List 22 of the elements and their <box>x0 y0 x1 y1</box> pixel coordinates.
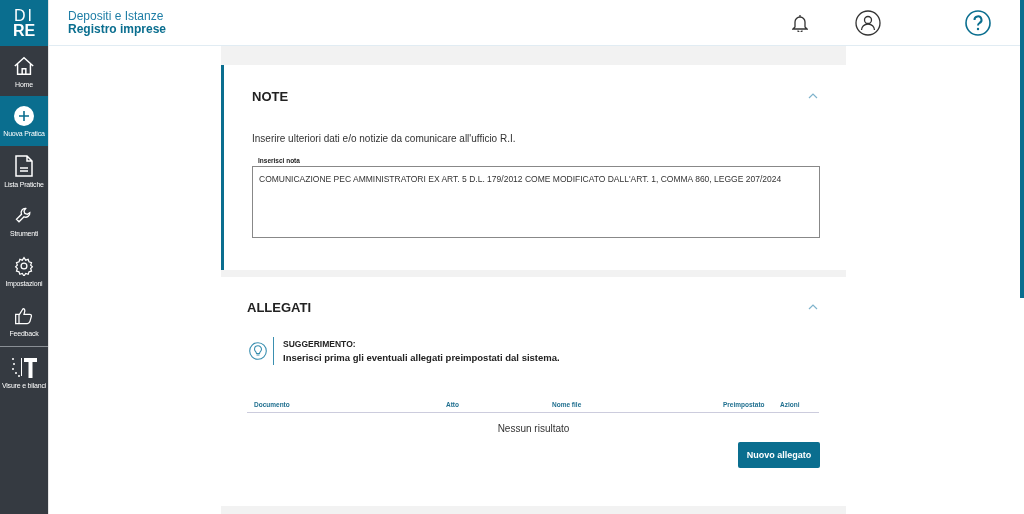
home-icon <box>13 54 35 77</box>
thumbs-up-icon <box>14 305 34 326</box>
note-description: Inserire ulteriori dati e/o notizie da comunicare all'ufficio R.I. <box>252 133 517 144</box>
visure-icon <box>10 355 38 378</box>
section-title: NOTE <box>252 88 289 104</box>
gear-icon <box>14 255 34 276</box>
empty-message: Nessun risultato <box>497 423 570 434</box>
tip-title: SUGGERIMENTO: <box>283 339 357 349</box>
section-title: ALLEGATI <box>247 299 312 315</box>
app-title: Registro imprese <box>68 22 167 36</box>
scrollbar[interactable] <box>1020 0 1024 298</box>
lightbulb-icon <box>249 342 267 360</box>
user-avatar-icon[interactable] <box>855 9 881 36</box>
help-icon[interactable] <box>965 9 991 36</box>
app-subtitle: Depositi e Istanze <box>68 9 165 23</box>
notification-bell-icon[interactable] <box>792 13 808 32</box>
note-field[interactable]: COMUNICAZIONE PEC AMMINISTRATORI EX ART. 5 D.L. 179/2012 COME MODIFICATO DALL'ART. 1, COMMA 860, LEGGE 207/2024 <box>252 166 820 238</box>
plus-icon <box>14 105 34 126</box>
document-icon <box>15 154 33 177</box>
new-attachment-button[interactable]: Nuovo allegato <box>738 442 820 468</box>
logo[interactable]: DI RE <box>0 0 48 46</box>
tip-text: Inserisci prima gli eventuali allegati preimpostati dal sistema. <box>283 352 560 363</box>
